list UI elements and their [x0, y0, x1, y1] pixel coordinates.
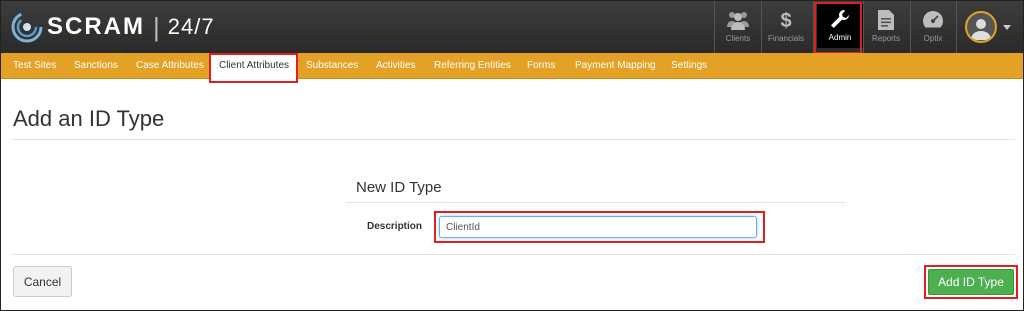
nav-admin[interactable]: Admin	[817, 4, 863, 48]
user-silhouette-icon	[971, 19, 991, 40]
nav-reports[interactable]: Reports	[863, 5, 909, 49]
dollar-icon: $	[780, 10, 792, 32]
brand-suffix: 24/7	[167, 14, 215, 39]
app-frame: SCRAM | 24/7 Clients $ Financials Admin …	[0, 0, 1024, 311]
nav-optix[interactable]: Optix	[910, 5, 956, 49]
menu-item-settings[interactable]: Settings	[671, 53, 707, 79]
wrench-icon	[817, 8, 863, 32]
users-icon	[715, 9, 761, 33]
brand-separator: |	[153, 11, 160, 42]
divider	[11, 139, 1015, 140]
avatar	[965, 11, 997, 43]
brand-logo[interactable]: SCRAM | 24/7	[11, 9, 215, 45]
menu-item-sanctions[interactable]: Sanctions	[74, 53, 118, 79]
divider	[11, 254, 1015, 255]
chevron-down-icon	[1003, 25, 1011, 30]
top-navbar: SCRAM | 24/7 Clients $ Financials Admin …	[1, 1, 1023, 54]
menu-item-case-attributes[interactable]: Case Attributes	[136, 53, 204, 79]
nav-divider	[761, 1, 762, 53]
menu-item-referring-entities[interactable]: Referring Entities	[434, 53, 511, 79]
nav-label: Admin	[828, 33, 852, 42]
menu-item-payment-mapping[interactable]: Payment Mapping	[575, 53, 656, 79]
menu-item-test-sites[interactable]: Test Sites	[13, 53, 56, 79]
nav-clients[interactable]: Clients	[715, 5, 761, 49]
nav-divider	[813, 1, 814, 53]
description-input[interactable]	[439, 216, 757, 238]
nav-label: Reports	[871, 34, 900, 43]
nav-financials[interactable]: $ Financials	[763, 5, 809, 49]
brand-name: SCRAM	[47, 13, 145, 40]
nav-label: Optix	[923, 34, 943, 43]
page-title: Add an ID Type	[13, 106, 165, 131]
nav-divider	[956, 1, 957, 53]
form-section-title: New ID Type	[356, 179, 442, 196]
description-label: Description	[367, 221, 423, 232]
add-id-type-button[interactable]: Add ID Type	[928, 269, 1014, 295]
nav-label: Financials	[767, 34, 804, 43]
cancel-button[interactable]: Cancel	[13, 266, 72, 297]
menu-item-substances[interactable]: Substances	[306, 53, 358, 79]
menu-item-client-attributes[interactable]: Client Attributes	[211, 53, 297, 79]
user-menu[interactable]	[965, 11, 1015, 45]
dashboard-gauge-icon	[910, 9, 956, 33]
divider	[346, 202, 846, 203]
menu-item-activities[interactable]: Activities	[376, 53, 415, 79]
menu-item-forms[interactable]: Forms	[527, 53, 555, 79]
nav-label: Clients	[725, 34, 751, 43]
admin-menu-bar: Test Sites Sanctions Case Attributes Cli…	[1, 53, 1023, 79]
document-icon	[863, 9, 909, 33]
scram-logo-icon	[11, 11, 43, 43]
